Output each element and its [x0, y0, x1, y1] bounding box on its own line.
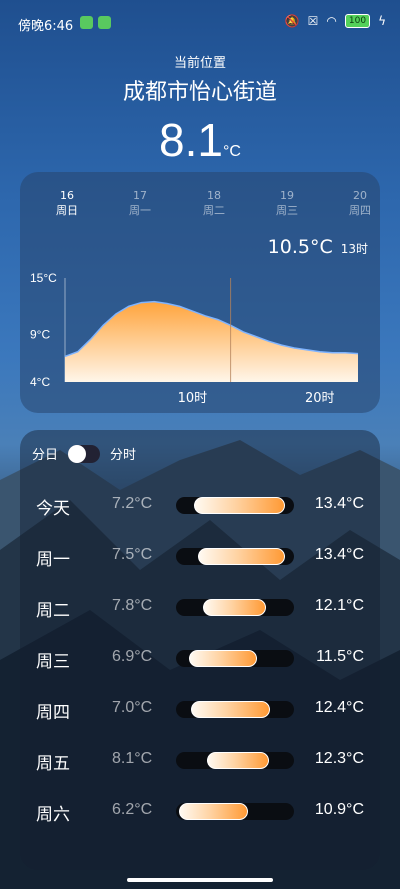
forecast-low: 7.2°C [112, 495, 153, 512]
temp-range-track [176, 548, 294, 565]
app-notification-icon [80, 16, 93, 29]
temp-range-track [176, 497, 294, 514]
view-toggle-switch[interactable] [68, 444, 101, 463]
temp-range-track [176, 599, 294, 616]
app-notification-icon [98, 16, 111, 29]
y-tick-label: 15°C [30, 271, 57, 285]
forecast-high: 13.4°C [314, 546, 364, 563]
forecast-day: 周三 [36, 652, 70, 672]
location-name[interactable]: 成都市怡心街道 [0, 74, 400, 106]
x-tick-label: 10时 [178, 391, 208, 406]
forecast-row[interactable]: 周二 7.8°C 12.1°C [20, 582, 380, 633]
day-number: 19 [280, 189, 294, 202]
day-number: 18 [207, 189, 221, 202]
forecast-low: 7.0°C [112, 699, 153, 716]
forecast-row[interactable]: 周三 6.9°C 11.5°C [20, 633, 380, 684]
daily-forecast-card: 分日 分时 今天 7.2°C 13.4°C 周一 7.5°C 13.4°C 周二 7.8°C 1… [20, 430, 380, 870]
forecast-high: 12.3°C [314, 750, 364, 767]
day-number: 16 [60, 189, 74, 202]
battery-icon: 100 [344, 14, 371, 28]
tab-day-20[interactable]: 20 周四 [335, 188, 385, 218]
day-number: 20 [353, 189, 367, 202]
current-temp-value: 8.1 [159, 114, 223, 166]
forecast-day: 周一 [36, 550, 70, 570]
forecast-low: 8.1°C [112, 750, 153, 767]
forecast-high: 12.1°C [314, 597, 364, 614]
forecast-high: 12.4°C [314, 699, 364, 716]
forecast-low: 6.9°C [112, 648, 153, 665]
mute-icon: 🔕 [284, 14, 300, 28]
forecast-day: 周四 [36, 703, 70, 723]
selected-hour-value: 10.5°C 13时 [268, 236, 368, 258]
temp-range-bar [193, 497, 286, 514]
current-temp-unit: °C [223, 143, 241, 160]
forecast-row[interactable]: 今天 7.2°C 13.4°C [20, 480, 380, 531]
x-tick-label: 20时 [305, 391, 335, 406]
temp-range-bar [202, 599, 266, 616]
forecast-low: 6.2°C [112, 801, 153, 818]
forecast-day: 周五 [36, 754, 70, 774]
hourly-card: 16 周日 17 周一 18 周二 19 周三 20 周四 10.5°C 13时 15°C 9… [20, 172, 380, 413]
temp-range-track [176, 752, 294, 769]
day-name: 周三 [276, 204, 298, 217]
forecast-low: 7.8°C [112, 597, 153, 614]
forecast-high: 13.4°C [314, 495, 364, 512]
temp-range-bar [198, 548, 286, 565]
forecast-list: 今天 7.2°C 13.4°C 周一 7.5°C 13.4°C 周二 7.8°C 12.1°C 周… [20, 480, 380, 837]
charging-icon: ϟ [378, 14, 386, 28]
toggle-label-hourly: 分时 [110, 448, 137, 463]
forecast-row[interactable]: 周四 7.0°C 12.4°C [20, 684, 380, 735]
day-name: 周四 [349, 204, 371, 217]
current-temperature: 8.1°C [0, 113, 400, 167]
day-name: 周一 [129, 204, 151, 217]
temp-range-bar [178, 803, 249, 820]
forecast-row[interactable]: 周五 8.1°C 12.3°C [20, 735, 380, 786]
forecast-day: 今天 [36, 499, 70, 519]
selected-hour-temp: 10.5°C [267, 236, 333, 258]
temp-range-bar [190, 701, 271, 718]
hourly-temperature-chart[interactable]: 15°C 9°C 4°C 10时 20时 [20, 262, 380, 412]
forecast-row[interactable]: 周六 6.2°C 10.9°C [20, 786, 380, 837]
day-name: 周二 [203, 204, 225, 217]
sim-icon: ☒ [307, 14, 319, 28]
tab-day-16[interactable]: 16 周日 [42, 188, 92, 218]
selected-hour-time: 13时 [340, 242, 368, 256]
y-tick-label: 4°C [30, 375, 50, 389]
home-indicator[interactable] [127, 878, 273, 882]
day-name: 周日 [56, 204, 78, 217]
forecast-high: 10.9°C [314, 801, 364, 818]
tab-day-18[interactable]: 18 周二 [189, 188, 239, 218]
forecast-low: 7.5°C [112, 546, 153, 563]
forecast-row[interactable]: 周一 7.5°C 13.4°C [20, 531, 380, 582]
toggle-label-daily: 分日 [32, 448, 59, 463]
location-label: 当前位置 [173, 56, 226, 71]
view-toggle-row: 分日 分时 [32, 444, 136, 463]
status-icons: 🔕 ☒ ◠ 100 ϟ [285, 14, 386, 28]
temperature-area [65, 301, 358, 382]
day-tabs: 16 周日 17 周一 18 周二 19 周三 20 周四 [20, 188, 380, 222]
toggle-knob [68, 444, 87, 463]
temp-range-bar [206, 752, 269, 769]
forecast-day: 周二 [36, 601, 70, 621]
temp-range-bar [189, 650, 258, 667]
wifi-icon: ◠ [326, 14, 337, 28]
temp-range-track [176, 701, 294, 718]
tab-day-17[interactable]: 17 周一 [115, 188, 165, 218]
forecast-day: 周六 [36, 805, 70, 825]
temp-range-track [176, 803, 294, 820]
tab-day-19[interactable]: 19 周三 [262, 188, 312, 218]
status-time: 傍晚6:46 [18, 19, 74, 34]
temp-range-track [176, 650, 294, 667]
forecast-high: 11.5°C [316, 648, 364, 665]
status-bar: 傍晚6:46 🔕 ☒ ◠ 100 ϟ [0, 0, 400, 44]
day-number: 17 [133, 189, 147, 202]
y-tick-label: 9°C [30, 328, 50, 342]
